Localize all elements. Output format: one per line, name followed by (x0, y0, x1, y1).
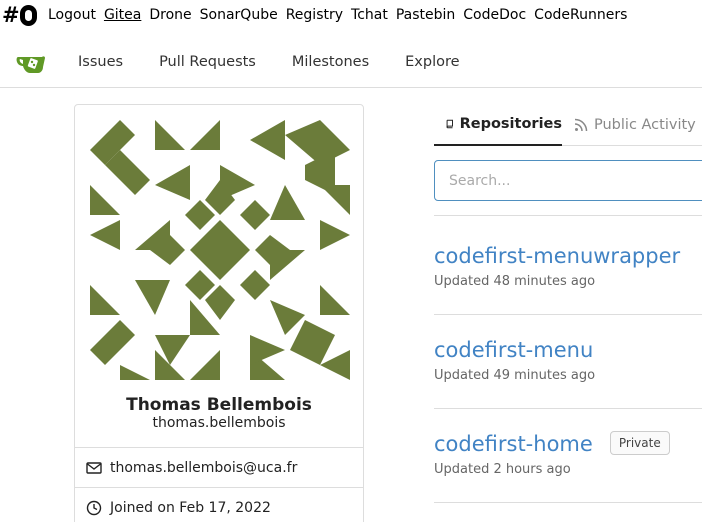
tab-repositories-label: Repositories (459, 116, 562, 132)
top-link-logout[interactable]: Logout (48, 6, 96, 24)
clock-icon (86, 500, 102, 515)
tab-public-activity[interactable]: Public Activity (574, 104, 696, 146)
profile-email[interactable]: thomas.bellembois@uca.fr (110, 460, 297, 476)
profile-card: Thomas Bellembois thomas.bellembois thom… (74, 104, 364, 522)
tab-repositories[interactable]: Repositories (434, 104, 562, 146)
main-nav: Issues Pull Requests Milestones Explore (0, 40, 702, 88)
rss-icon (574, 118, 588, 132)
top-link-drone[interactable]: Drone (149, 6, 191, 24)
repo-updated: Updated 48 minutes ago (434, 274, 596, 289)
profile-joined-row: Joined on Feb 17, 2022 (75, 487, 363, 522)
top-link-sonarqube[interactable]: SonarQube (200, 6, 278, 24)
profile-email-row: thomas.bellembois@uca.fr (75, 447, 363, 487)
divider (434, 215, 702, 216)
profile-username: thomas.bellembois (152, 415, 286, 431)
top-link-registry[interactable]: Registry (286, 6, 343, 24)
divider (434, 408, 702, 409)
repo-search-input[interactable] (434, 160, 702, 201)
profile-full-name: Thomas Bellembois (126, 395, 312, 415)
repo-icon (446, 119, 453, 129)
repo-item: codefirst-home Private Updated 2 hours a… (434, 431, 702, 477)
tab-public-activity-label: Public Activity (594, 117, 696, 133)
nav-milestones[interactable]: Milestones (292, 53, 369, 71)
divider (434, 502, 702, 503)
logo-icon[interactable]: # (2, 4, 37, 26)
nav-explore[interactable]: Explore (405, 53, 459, 71)
top-link-tchat[interactable]: Tchat (351, 6, 388, 24)
profile-tabs: Repositories Public Activity (434, 104, 702, 146)
repo-name-link[interactable]: codefirst-menu (434, 337, 593, 363)
top-link-codedoc[interactable]: CodeDoc (463, 6, 526, 24)
nav-pull-requests[interactable]: Pull Requests (159, 53, 256, 71)
top-links-bar: # Logout Gitea Drone SonarQube Registry … (0, 0, 702, 30)
top-link-gitea[interactable]: Gitea (104, 6, 141, 24)
repo-item: codefirst-menuwrapper Updated 48 minutes… (434, 243, 702, 289)
profile-joined: Joined on Feb 17, 2022 (110, 499, 271, 516)
repo-item: codefirst-menu Updated 49 minutes ago (434, 337, 702, 383)
top-link-coderunners[interactable]: CodeRunners (534, 6, 627, 24)
nav-issues[interactable]: Issues (78, 53, 123, 71)
divider (434, 314, 702, 315)
repo-updated: Updated 2 hours ago (434, 462, 571, 477)
top-links: Logout Gitea Drone SonarQube Registry Tc… (48, 6, 635, 24)
private-badge: Private (609, 431, 670, 455)
repo-updated: Updated 49 minutes ago (434, 368, 596, 383)
gitea-logo-icon[interactable] (16, 52, 48, 74)
avatar[interactable] (90, 120, 350, 380)
top-link-pastebin[interactable]: Pastebin (396, 6, 455, 24)
mail-icon (86, 461, 102, 474)
repo-name-link[interactable]: codefirst-home (434, 431, 593, 457)
repo-name-link[interactable]: codefirst-menuwrapper (434, 243, 680, 269)
